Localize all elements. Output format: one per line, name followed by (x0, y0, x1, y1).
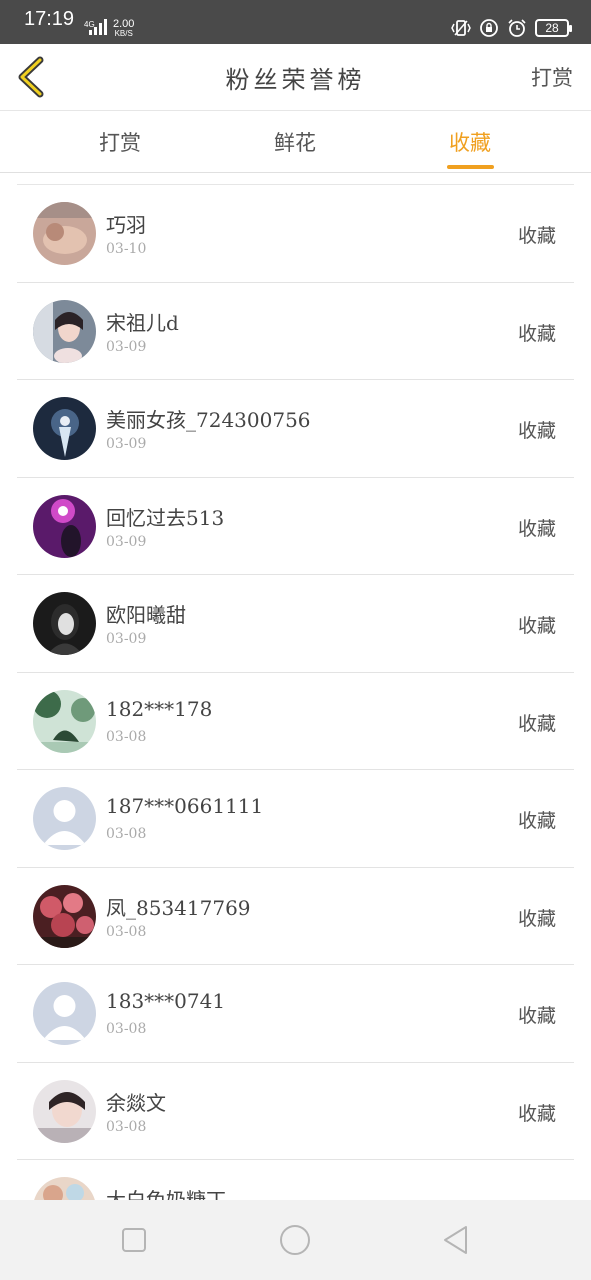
item-date: 03-08 (106, 826, 147, 842)
status-bar: 17:19 4G 2.00 KB/S 28 (0, 0, 591, 44)
item-date: 03-10 (106, 241, 147, 257)
user-avatar (33, 884, 96, 948)
user-avatar (33, 689, 96, 753)
list-item[interactable]: 欧阳曦甜 03-09 收藏 (17, 575, 574, 673)
default-avatar-icon (33, 787, 96, 850)
list-item[interactable]: 182***178 03-08 收藏 (17, 673, 574, 770)
list-item[interactable]: 余燚文 03-08 收藏 (17, 1063, 574, 1160)
item-date: 03-09 (106, 533, 147, 550)
favorite-label: 收藏 (517, 420, 556, 442)
default-avatar-icon (33, 982, 96, 1045)
list-item[interactable]: 巧羽 03-10 收藏 (17, 185, 574, 283)
user-name: 182***178 (106, 696, 213, 721)
alarm-icon (508, 19, 526, 37)
favorite-label: 收藏 (517, 712, 556, 735)
item-date: 03-08 (106, 728, 147, 745)
list-item[interactable]: 大白兔奶糖丁 03-08 收藏 (17, 1160, 574, 1200)
user-name: 回忆过去513 (106, 505, 225, 530)
list-item[interactable]: 183***0741 03-08 收藏 (17, 965, 574, 1063)
item-date: 03-09 (106, 631, 147, 647)
active-tab-indicator (447, 165, 494, 169)
user-name: 巧羽 (106, 213, 146, 237)
header: 粉丝荣誉榜 打赏 (0, 44, 591, 111)
page-title: 粉丝荣誉榜 (225, 66, 366, 94)
favorite-label: 收藏 (517, 1005, 556, 1027)
vibrate-icon (451, 20, 471, 36)
reward-button[interactable]: 打赏 (531, 62, 573, 92)
speed-unit: KB/S (114, 29, 133, 38)
user-name: 183***0741 (106, 989, 226, 1013)
tab-flowers[interactable]: 鲜花 (245, 127, 345, 157)
user-avatar (33, 1177, 96, 1200)
home-circle-icon[interactable] (277, 1222, 313, 1258)
user-name: 美丽女孩_724300756 (106, 408, 311, 432)
list-item[interactable]: 187***0661111 03-08 收藏 (17, 770, 574, 868)
user-avatar (33, 1079, 96, 1143)
favorite-label: 收藏 (517, 322, 556, 345)
item-date: 03-08 (106, 1118, 147, 1135)
favorite-label: 收藏 (517, 615, 556, 637)
user-avatar (33, 397, 96, 460)
status-time: 17:19 (24, 8, 75, 30)
user-name: 大白兔奶糖丁 (106, 1188, 226, 1200)
system-nav-bar (0, 1200, 591, 1280)
list-item[interactable]: 宋祖儿d 03-09 收藏 (17, 283, 574, 380)
user-name: 宋祖儿d (106, 310, 179, 335)
item-date: 03-09 (106, 338, 147, 355)
tab-reward[interactable]: 打赏 (70, 127, 170, 157)
favorite-label: 收藏 (517, 225, 556, 247)
rotation-lock-icon (480, 19, 498, 37)
item-date: 03-08 (106, 923, 147, 940)
favorite-label: 收藏 (517, 517, 556, 540)
favorite-label: 收藏 (517, 907, 556, 930)
user-avatar (33, 592, 96, 655)
list-item[interactable]: 美丽女孩_724300756 03-09 收藏 (17, 380, 574, 478)
battery-icon: 28 (535, 19, 572, 37)
list-item[interactable]: 凤_853417769 03-08 收藏 (17, 868, 574, 965)
tab-favorites[interactable]: 收藏 (420, 127, 520, 157)
recents-square-icon[interactable] (116, 1222, 152, 1258)
status-icons: 28 (451, 18, 572, 38)
tab-bar: 打赏 鲜花 收藏 (0, 111, 591, 173)
user-name: 187***0661111 (106, 794, 264, 818)
user-avatar (33, 494, 96, 558)
fan-list[interactable]: 巧羽 03-10 收藏 宋祖儿d 03-09 收藏 美丽女孩_724300756… (17, 184, 574, 1200)
user-name: 欧阳曦甜 (106, 603, 186, 627)
favorite-label: 收藏 (517, 1102, 556, 1125)
item-date: 03-08 (106, 1021, 147, 1037)
user-avatar (33, 299, 96, 363)
list-item[interactable]: 回忆过去513 03-09 收藏 (17, 478, 574, 575)
user-name: 余燚文 (106, 1090, 166, 1115)
back-triangle-icon[interactable] (438, 1222, 474, 1258)
item-date: 03-09 (106, 436, 147, 452)
favorite-label: 收藏 (517, 810, 556, 832)
network-speed: 2.00 KB/S (113, 19, 134, 39)
user-avatar (33, 202, 96, 265)
signal-icon (89, 19, 107, 35)
user-name: 凤_853417769 (106, 895, 251, 920)
